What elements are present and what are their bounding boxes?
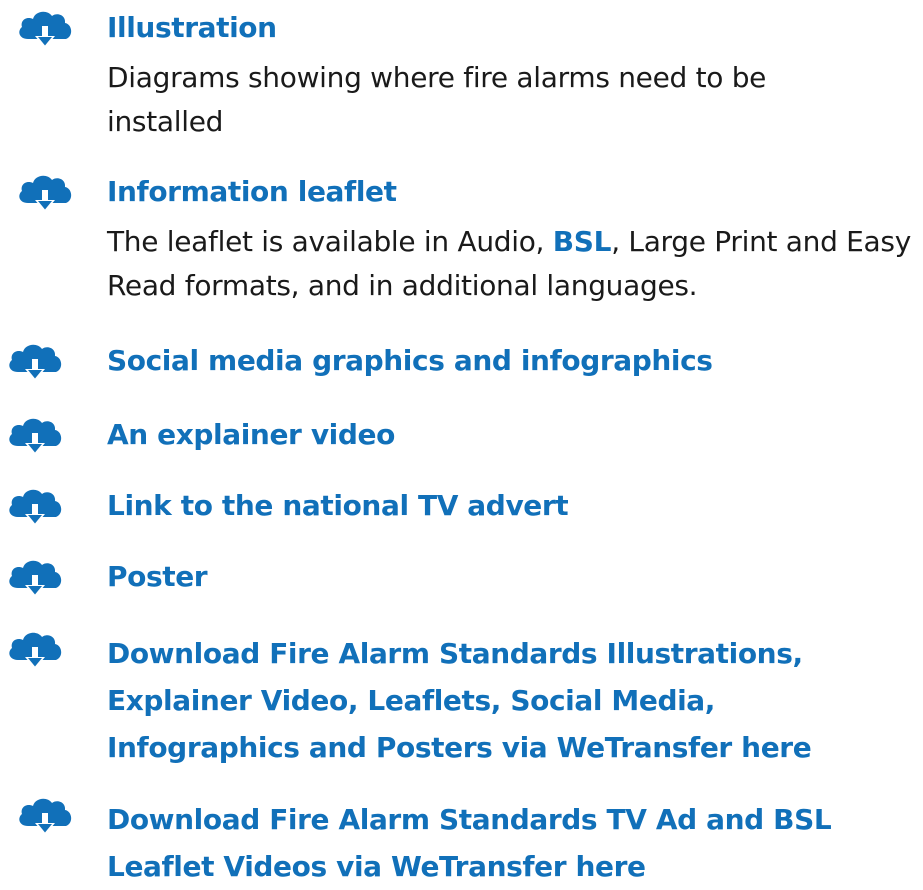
cloud-download-icon[interactable]	[4, 555, 66, 599]
cloud-download-icon[interactable]	[14, 6, 76, 50]
download-link-illustration[interactable]: Illustration	[107, 9, 277, 46]
cloud-download-icon[interactable]	[4, 484, 66, 528]
cloud-download-icon[interactable]	[14, 793, 76, 837]
cloud-download-icon[interactable]	[4, 627, 66, 671]
illustration-description: Diagrams showing where fire alarms need …	[107, 61, 767, 138]
wetransfer-bundle-line-2: Explainer Video, Leaflets, Social Media,	[107, 684, 716, 717]
leaflet-description: The leaflet is available in Audio, BSL, …	[107, 220, 919, 308]
wetransfer-tv-bsl-line-2: Leaflet Videos via WeTransfer here	[107, 850, 646, 883]
download-link-poster[interactable]: Poster	[107, 558, 208, 595]
bsl-link[interactable]: BSL	[553, 225, 612, 258]
download-link-information-leaflet[interactable]: Information leaflet	[107, 173, 397, 210]
wetransfer-bundle-line-1: Download Fire Alarm Standards Illustrati…	[107, 637, 803, 670]
cloud-download-icon[interactable]	[4, 339, 66, 383]
wetransfer-bundle-line-3: Infographics and Posters via WeTransfer …	[107, 731, 812, 764]
download-link-social-media[interactable]: Social media graphics and infographics	[107, 342, 713, 379]
wetransfer-tv-bsl-line-1: Download Fire Alarm Standards TV Ad and …	[107, 803, 832, 836]
download-link-wetransfer-bundle[interactable]: Download Fire Alarm Standards Illustrati…	[107, 630, 907, 771]
link-national-tv-advert[interactable]: Link to the national TV advert	[107, 487, 569, 524]
cloud-download-icon[interactable]	[4, 413, 66, 457]
leaflet-description-text-1: The leaflet is available in Audio,	[107, 225, 553, 258]
download-link-wetransfer-tv-bsl[interactable]: Download Fire Alarm Standards TV Ad and …	[107, 796, 907, 890]
download-link-explainer-video[interactable]: An explainer video	[107, 416, 395, 453]
cloud-download-icon[interactable]	[14, 170, 76, 214]
